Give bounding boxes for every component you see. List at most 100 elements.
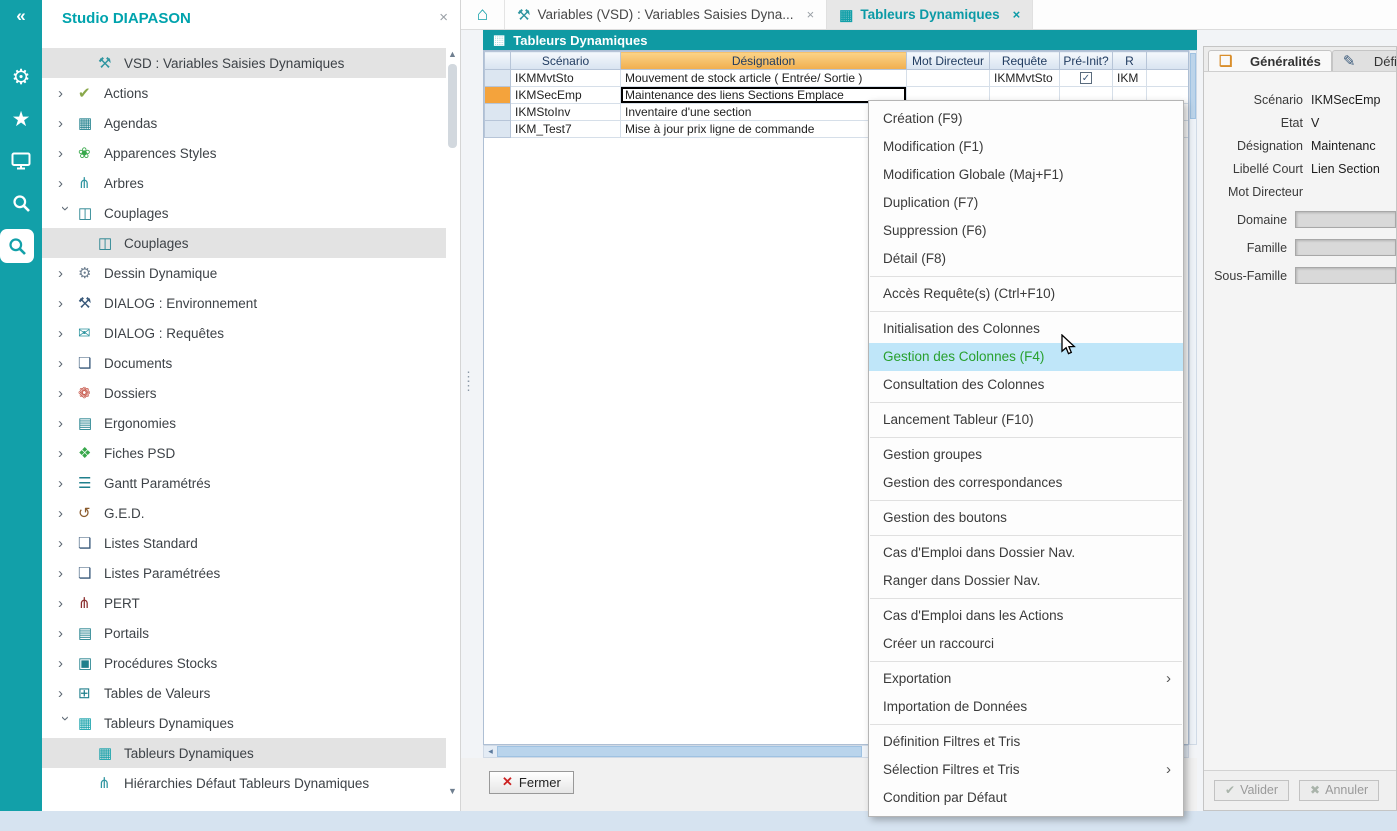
sidebar-item[interactable]: ›☰Gantt Paramétrés <box>42 468 446 498</box>
collapse-sidebar-icon[interactable]: « <box>16 6 25 26</box>
context-menu-item[interactable]: Création (F9) <box>869 105 1183 133</box>
sidebar-item[interactable]: ›↺G.E.D. <box>42 498 446 528</box>
gear-iconbar-button[interactable]: ⚙ <box>0 56 42 98</box>
star-iconbar-button[interactable]: ★ <box>0 98 42 140</box>
context-menu-item[interactable]: Définition Filtres et Tris <box>869 728 1183 756</box>
expand-arrow-icon[interactable]: › <box>58 325 78 342</box>
column-header[interactable]: Désignation <box>621 52 907 70</box>
search-advanced-iconbar-button[interactable] <box>0 229 34 263</box>
context-menu-item[interactable]: Gestion des boutons <box>869 504 1183 532</box>
row-selector-cell[interactable] <box>485 87 511 104</box>
expand-arrow-icon[interactable]: › <box>58 445 78 462</box>
context-menu-item[interactable]: Lancement Tableur (F10) <box>869 406 1183 434</box>
scenario-cell[interactable]: IKMSecEmp <box>511 87 621 104</box>
home-icon[interactable]: ⌂ <box>461 0 505 29</box>
sidebar-item[interactable]: ›▤Portails <box>42 618 446 648</box>
expand-arrow-icon[interactable]: › <box>58 565 78 582</box>
context-menu-item[interactable]: Gestion des correspondances <box>869 469 1183 497</box>
tab-inactive[interactable]: ⚒Variables (VSD) : Variables Saisies Dyn… <box>505 0 827 29</box>
column-header[interactable]: Requête <box>990 52 1060 70</box>
context-menu-item[interactable]: Condition par Défaut <box>869 784 1183 812</box>
table-row[interactable]: IKMMvtStoMouvement de stock article ( En… <box>485 70 1190 87</box>
row-selector-cell[interactable] <box>485 70 511 87</box>
checkbox-checked-icon[interactable]: ✓ <box>1080 72 1092 84</box>
expand-arrow-icon[interactable]: › <box>58 295 78 312</box>
context-menu-item[interactable]: Modification (F1) <box>869 133 1183 161</box>
sidebar-item[interactable]: ▦Tableurs Dynamiques <box>42 738 446 768</box>
scenario-cell[interactable]: IKM_Test7 <box>511 121 621 138</box>
search-iconbar-button[interactable] <box>0 182 42 224</box>
context-menu-item[interactable]: Accès Requête(s) (Ctrl+F10) <box>869 280 1183 308</box>
sidebar-item[interactable]: ›▦Agendas <box>42 108 446 138</box>
sidebar-item[interactable]: ›✉DIALOG : Requêtes <box>42 318 446 348</box>
context-menu-item[interactable]: Initialisation des Colonnes <box>869 315 1183 343</box>
expand-arrow-icon[interactable]: › <box>58 475 78 492</box>
close-view-button[interactable]: ✕ Fermer <box>489 771 574 794</box>
requete-cell[interactable]: IKMMvtSto <box>990 70 1060 87</box>
scroll-up-icon[interactable]: ▲ <box>447 48 458 60</box>
context-menu-item[interactable]: Modification Globale (Maj+F1) <box>869 161 1183 189</box>
expand-arrow-icon[interactable]: › <box>58 85 78 102</box>
sidebar-scrollbar[interactable]: ▲ ▼ <box>447 48 458 797</box>
splitter-handle[interactable]: ⋮⋮ <box>462 372 475 390</box>
sidebar-item[interactable]: ⋔Hiérarchies Défaut Tableurs Dynamiques <box>42 768 446 798</box>
sidebar-item[interactable]: ›❏Listes Paramétrées <box>42 558 446 588</box>
context-menu-item[interactable]: Ranger dans Dossier Nav. <box>869 567 1183 595</box>
sidebar-item[interactable]: ›✔Actions <box>42 78 446 108</box>
grid-vertical-scrollbar[interactable] <box>1189 50 1197 745</box>
context-menu-item[interactable]: Importation de Données <box>869 693 1183 721</box>
expand-arrow-icon[interactable]: › <box>58 265 78 282</box>
collapse-arrow-icon[interactable]: › <box>57 206 74 221</box>
sidebar-item[interactable]: ›❖Fiches PSD <box>42 438 446 468</box>
collapse-arrow-icon[interactable]: › <box>57 716 74 731</box>
context-menu-item[interactable]: Cas d'Emploi dans Dossier Nav. <box>869 539 1183 567</box>
sidebar-item[interactable]: ⚒VSD : Variables Saisies Dynamiques <box>42 48 446 78</box>
mot_directeur-cell[interactable] <box>907 70 990 87</box>
sidebar-item[interactable]: ›▦Tableurs Dynamiques <box>42 708 446 738</box>
cancel-button[interactable]: ✖Annuler <box>1299 780 1379 801</box>
scrollbar-thumb[interactable] <box>448 64 457 148</box>
col_r-cell[interactable]: IKM <box>1113 70 1147 87</box>
scroll-left-icon[interactable]: ◂ <box>484 746 497 757</box>
context-menu-item[interactable]: Exportation› <box>869 665 1183 693</box>
expand-arrow-icon[interactable]: › <box>58 175 78 192</box>
pre-init-cell[interactable]: ✓ <box>1060 70 1113 87</box>
context-menu-item[interactable]: Sélection Filtres et Tris› <box>869 756 1183 784</box>
sidebar-item[interactable]: ›⚒DIALOG : Environnement <box>42 288 446 318</box>
expand-arrow-icon[interactable]: › <box>58 685 78 702</box>
scroll-down-icon[interactable]: ▼ <box>447 785 458 797</box>
row-selector-cell[interactable] <box>485 104 511 121</box>
expand-arrow-icon[interactable]: › <box>58 415 78 432</box>
tab-close-icon[interactable]: × <box>1013 7 1021 22</box>
scenario-cell[interactable]: IKMStoInv <box>511 104 621 121</box>
sidebar-item[interactable]: ›⋔PERT <box>42 588 446 618</box>
row-selector-cell[interactable] <box>485 121 511 138</box>
context-menu-item[interactable]: Consultation des Colonnes <box>869 371 1183 399</box>
column-header[interactable]: Mot Directeur <box>907 52 990 70</box>
sidebar-item[interactable]: ◫Couplages <box>42 228 446 258</box>
context-menu-item[interactable]: Détail (F8) <box>869 245 1183 273</box>
expand-arrow-icon[interactable]: › <box>58 385 78 402</box>
column-header[interactable]: R <box>1113 52 1147 70</box>
designation-cell[interactable]: Mise à jour prix ligne de commande <box>621 121 907 138</box>
tab-active[interactable]: ▦Tableurs Dynamiques× <box>827 0 1033 29</box>
sidebar-item[interactable]: ›▣Procédures Stocks <box>42 648 446 678</box>
field-input[interactable] <box>1295 211 1396 228</box>
monitor-iconbar-button[interactable] <box>0 140 42 182</box>
sidebar-item[interactable]: ›▤Ergonomies <box>42 408 446 438</box>
context-menu-item[interactable]: Créer un raccourci <box>869 630 1183 658</box>
scrollbar-thumb[interactable] <box>497 746 862 757</box>
context-menu-item[interactable]: Duplication (F7) <box>869 189 1183 217</box>
tab-close-icon[interactable]: × <box>807 7 815 22</box>
sidebar-item[interactable]: ›⋔Arbres <box>42 168 446 198</box>
field-input[interactable] <box>1295 239 1396 256</box>
sidebar-close-icon[interactable]: × <box>439 9 448 26</box>
column-header[interactable]: Scénario <box>511 52 621 70</box>
sidebar-item[interactable]: ›❀Apparences Styles <box>42 138 446 168</box>
field-input[interactable] <box>1295 267 1396 284</box>
validate-button[interactable]: ✔Valider <box>1214 780 1289 801</box>
expand-arrow-icon[interactable]: › <box>58 595 78 612</box>
context-menu-item[interactable]: Suppression (F6) <box>869 217 1183 245</box>
expand-arrow-icon[interactable]: › <box>58 655 78 672</box>
expand-arrow-icon[interactable]: › <box>58 535 78 552</box>
